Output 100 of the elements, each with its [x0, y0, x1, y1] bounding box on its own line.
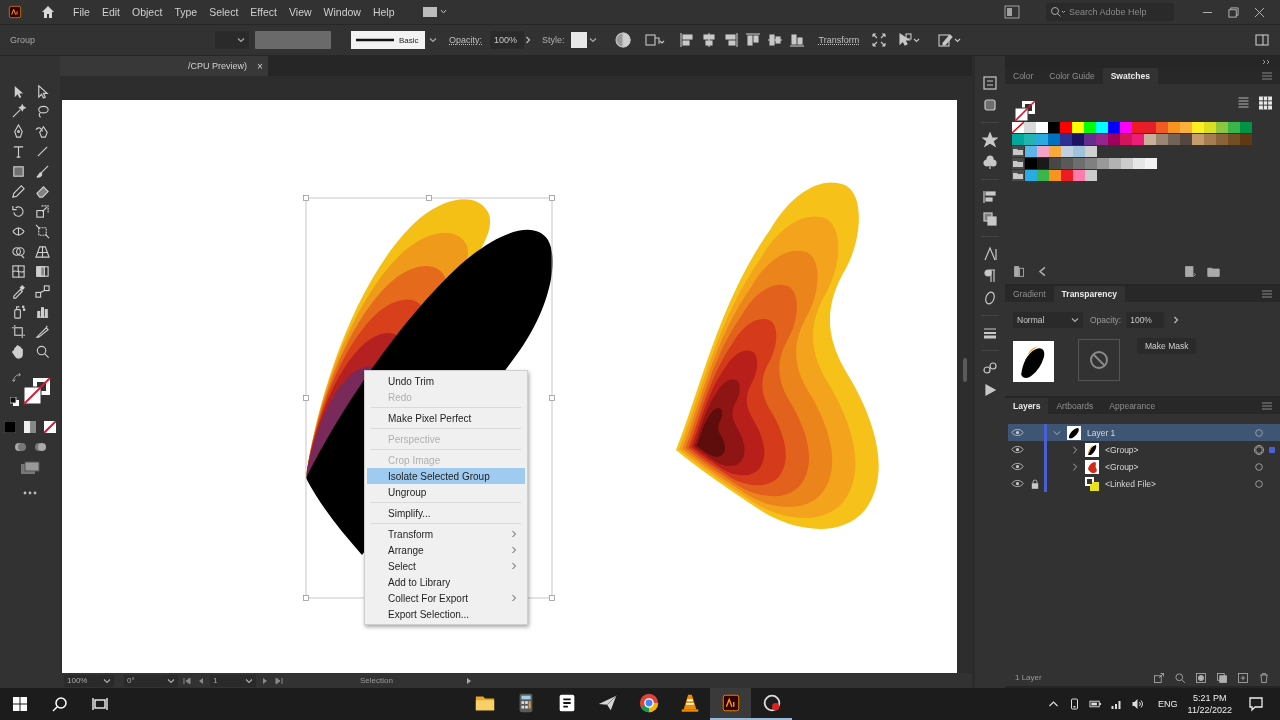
resize-handle[interactable]	[303, 395, 309, 401]
color-swatch-icon[interactable]	[1025, 158, 1037, 169]
opacity-link[interactable]: Opacity:	[449, 35, 483, 45]
lock-icon[interactable]	[1031, 478, 1039, 489]
color-swatch-icon[interactable]	[1156, 134, 1168, 145]
link-icon[interactable]	[982, 360, 998, 376]
color-swatch-icon[interactable]	[1121, 158, 1133, 169]
color-swatch-icon[interactable]	[1036, 134, 1048, 145]
align-bottom-icon[interactable]	[788, 32, 805, 48]
swatch-options-icon[interactable]	[1184, 264, 1197, 278]
layer-row[interactable]: <Group>	[1008, 441, 1280, 458]
color-swatch-icon[interactable]	[1025, 170, 1037, 181]
color-swatch-icon[interactable]	[1204, 134, 1216, 145]
pencil-icon[interactable]	[10, 183, 26, 199]
rectangle-icon[interactable]	[10, 163, 26, 179]
character-icon[interactable]	[982, 246, 998, 262]
target-icon[interactable]	[1254, 461, 1264, 472]
color-swatch-icon[interactable]	[1108, 122, 1120, 133]
layer-row[interactable]: <Group>	[1008, 458, 1280, 475]
color-swatch-icon[interactable]	[1049, 158, 1061, 169]
layer-row[interactable]: Layer 1	[1008, 424, 1280, 441]
document-tab[interactable]: /CPU Preview) ×	[60, 56, 268, 76]
menu-item[interactable]: Ungroup	[367, 484, 525, 500]
menu-item[interactable]: Type	[168, 5, 204, 19]
collapse-icon[interactable]	[1262, 59, 1272, 65]
scrollbar-thumb[interactable]	[963, 358, 967, 382]
color-swatch-icon[interactable]	[1072, 122, 1084, 133]
resize-handle[interactable]	[549, 195, 555, 201]
gradient-icon[interactable]	[34, 263, 50, 279]
workspace-switcher-icon[interactable]	[422, 6, 447, 18]
color-swatch-icon[interactable]	[1061, 170, 1073, 181]
menu-item[interactable]: Transform	[367, 526, 525, 542]
play-arrow-icon[interactable]	[464, 676, 473, 685]
resize-handle[interactable]	[303, 595, 309, 601]
align-left-icon[interactable]	[678, 32, 695, 48]
blend-mode-dropdown[interactable]: Normal	[1013, 312, 1083, 328]
eye-icon[interactable]	[1010, 479, 1024, 488]
network-icon[interactable]	[1110, 698, 1124, 710]
search-field[interactable]: Search Adobe Help	[1046, 3, 1174, 21]
panel-tab[interactable]: Gradient	[1005, 286, 1054, 302]
color-swatch-icon[interactable]	[1073, 170, 1085, 181]
menu-item[interactable]: Object	[126, 5, 169, 19]
color-swatch-icon[interactable]	[1180, 122, 1192, 133]
color-swatch-icon[interactable]	[1156, 122, 1168, 133]
color-swatch-icon[interactable]	[1060, 122, 1072, 133]
menu-item[interactable]: File	[67, 5, 96, 19]
delete-icon[interactable]	[1258, 671, 1270, 684]
pathfinder-icon[interactable]	[982, 211, 998, 227]
target-icon[interactable]	[1254, 444, 1264, 455]
zoom-dropdown[interactable]: 100%	[64, 674, 114, 687]
gradient-swatch-icon[interactable]	[24, 421, 36, 433]
color-swatch-icon[interactable]	[1228, 122, 1240, 133]
task-view-icon[interactable]	[92, 696, 108, 712]
draw-behind-icon[interactable]	[34, 441, 46, 453]
mesh-icon[interactable]	[10, 263, 26, 279]
home-icon[interactable]	[40, 4, 56, 20]
menu-item[interactable]: Add to Library	[367, 574, 525, 590]
color-swatch-icon[interactable]	[1085, 170, 1097, 181]
color-swatch-icon[interactable]	[1109, 158, 1121, 169]
color-swatch-icon[interactable]	[1025, 146, 1037, 157]
resize-handle[interactable]	[303, 195, 309, 201]
battery-icon[interactable]	[1089, 698, 1103, 710]
menu-item[interactable]: Undo Trim	[367, 373, 525, 389]
menu-item[interactable]: Arrange	[367, 542, 525, 558]
color-swatch-icon[interactable]	[1024, 122, 1036, 133]
star-icon[interactable]	[982, 132, 998, 148]
taskbar-button[interactable]	[710, 688, 751, 720]
menu-item[interactable]: Export Selection...	[367, 606, 525, 622]
menu-item[interactable]: Select	[203, 5, 245, 19]
arrange-icon[interactable]	[644, 32, 665, 48]
align-middle-icon[interactable]	[766, 32, 783, 48]
color-swatch-icon[interactable]	[1037, 146, 1049, 157]
color-swatch-icon[interactable]	[1240, 122, 1252, 133]
zoom-icon[interactable]	[34, 343, 50, 359]
draw-normal-icon[interactable]	[14, 441, 26, 453]
color-swatch-icon[interactable]	[1048, 122, 1060, 133]
more-icon[interactable]	[23, 491, 37, 495]
none-swatch-icon[interactable]	[1012, 122, 1024, 133]
perspective-grid-icon[interactable]	[34, 243, 50, 259]
swatch-folder-icon[interactable]	[1012, 158, 1024, 169]
color-swatch-icon[interactable]	[1204, 122, 1216, 133]
caret-icon[interactable]	[588, 36, 597, 44]
layer-row[interactable]: <Linked File>	[1008, 475, 1280, 492]
color-swatch-icon[interactable]	[1012, 134, 1024, 145]
panel-tab[interactable]: Artboards	[1048, 398, 1102, 414]
blend-icon[interactable]	[34, 283, 50, 299]
color-swatch-icon[interactable]	[1120, 122, 1132, 133]
scale-icon[interactable]	[34, 203, 50, 219]
color-swatch-icon[interactable]	[1072, 134, 1084, 145]
color-swatch-icon[interactable]	[1084, 134, 1096, 145]
screen-mode-icon[interactable]	[20, 461, 40, 475]
play-icon[interactable]	[982, 382, 998, 398]
color-swatch-icon[interactable]	[1061, 158, 1073, 169]
color-swatch-icon[interactable]	[1048, 134, 1060, 145]
fill-stroke-icon[interactable]	[1014, 100, 1036, 122]
libraries-icon[interactable]	[982, 97, 998, 113]
menu-item[interactable]: Window	[317, 5, 367, 19]
menu-item[interactable]: Help	[366, 5, 401, 19]
chevron-right-icon[interactable]	[524, 36, 533, 44]
edit-icon[interactable]	[937, 32, 962, 48]
